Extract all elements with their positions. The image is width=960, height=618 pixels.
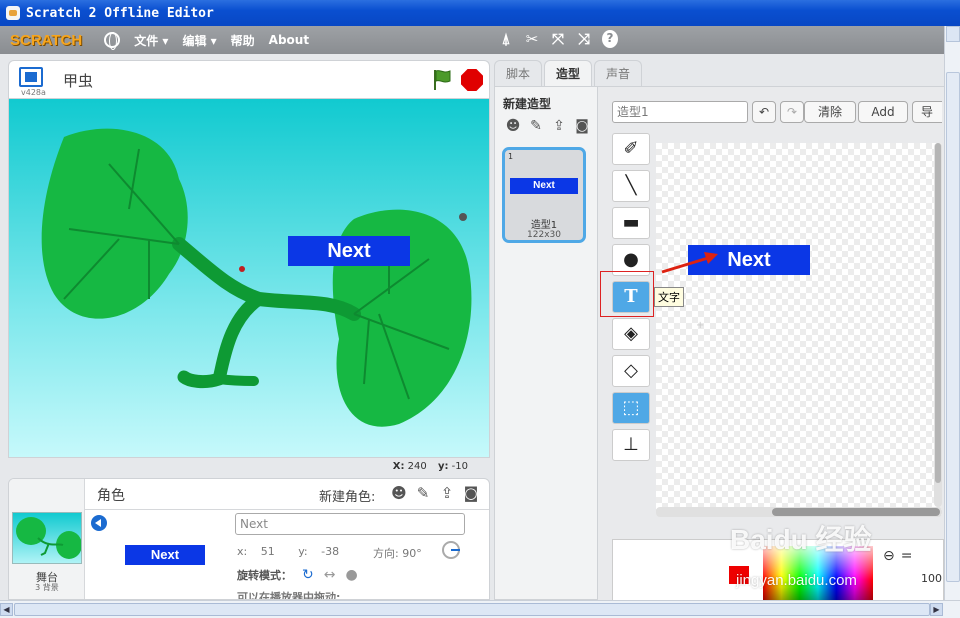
stage-thumbnail[interactable] (12, 512, 82, 564)
new-sprite-tools: ☻ ✎ ⇪ ◙ (389, 484, 481, 502)
tab-costumes[interactable]: 造型 (544, 60, 592, 86)
brush-icon[interactable]: ✐ (612, 133, 650, 165)
scroll-right-icon[interactable]: ▶ (930, 603, 943, 616)
fullscreen-icon[interactable] (19, 67, 43, 87)
direction-readout: 方向: 90° (373, 547, 422, 560)
scratch-logo[interactable]: SCRATCH (10, 32, 82, 49)
duplicate-icon[interactable]: ⍋ (498, 30, 514, 48)
costume-camera-icon[interactable]: ◙ (572, 117, 592, 135)
redo-icon[interactable]: ↷ (780, 101, 804, 123)
scroll-left-icon[interactable]: ◀ (0, 603, 13, 616)
import-button[interactable]: 导入 (912, 101, 942, 123)
line-icon[interactable]: ╲ (612, 170, 650, 202)
new-costume-tools: ☻ ✎ ⇪ ◙ (503, 117, 592, 135)
menu-bar: SCRATCH 文件 ▾ 编辑 ▾ 帮助 About ⍋ ✂ ⤧ ⤨ ? (0, 26, 944, 54)
current-sprite-name: 甲虫 (63, 72, 94, 90)
green-flag-icon[interactable] (432, 69, 452, 91)
zoom-controls: ⊖ = (883, 548, 912, 564)
rotate-all-around-icon[interactable]: ↻ (302, 567, 314, 583)
zoom-value: 100 (921, 572, 942, 585)
text-tool-highlight (600, 271, 654, 317)
window-title: Scratch 2 Offline Editor (26, 5, 214, 21)
undo-icon[interactable]: ↶ (752, 101, 776, 123)
horizontal-scroll-thumb[interactable] (14, 603, 930, 616)
help-icon[interactable]: ? (602, 30, 618, 48)
canvas-vertical-scrollbar[interactable] (934, 143, 942, 507)
stamp-icon[interactable]: ⊥ (612, 429, 650, 461)
baidu-watermark-url: jingyan.baidu.com (736, 572, 857, 589)
new-sprite-label: 新建角色: (319, 490, 376, 505)
text-tool-tooltip: 文字 (654, 287, 684, 307)
rotation-center-icon: + (696, 320, 705, 331)
canvas-horizontal-scrollbar[interactable] (656, 507, 942, 517)
menu-file[interactable]: 文件 ▾ (134, 32, 168, 49)
stop-icon[interactable] (461, 69, 483, 91)
grow-icon[interactable]: ⤧ (550, 30, 566, 48)
back-arrow-icon[interactable] (91, 515, 107, 531)
costume-item[interactable]: 1 Next 造型1 122x30 (502, 147, 586, 243)
dont-rotate-icon[interactable]: ● (345, 567, 357, 583)
divider (85, 509, 489, 510)
stage-header: v428a 甲虫 (8, 60, 490, 98)
cursor-tools: ⍋ ✂ ⤧ ⤨ ? (498, 30, 618, 48)
upload-sprite-icon[interactable]: ⇪ (437, 484, 457, 502)
version-label: v428a (21, 88, 46, 97)
annotation-arrow (661, 252, 718, 274)
costume-library-icon[interactable]: ☻ (503, 117, 523, 135)
zoom-reset-icon[interactable]: = (901, 548, 913, 564)
stage-coordinates: X: 240 y: -10 (8, 458, 490, 476)
rotation-style-row: 旋转模式： ↻ ↔ ● (237, 567, 358, 583)
costume-list: 新建造型 ☻ ✎ ⇪ ◙ 1 Next 造型1 122x30 (494, 86, 598, 600)
upload-costume-icon[interactable]: ⇪ (549, 117, 569, 135)
baidu-watermark: Baidu 经验 (730, 524, 872, 555)
sprite-name-input[interactable]: Next (235, 513, 465, 535)
add-button[interactable]: Add (858, 101, 908, 123)
window-vertical-scrollbar[interactable] (944, 26, 960, 600)
stage-selector[interactable]: 舞台 3 背景 (9, 479, 85, 599)
stage-backdrop-leaves (41, 128, 472, 427)
new-costume-title: 新建造型 (503, 97, 552, 111)
tab-sounds[interactable]: 声音 (594, 60, 642, 86)
menu-edit[interactable]: 编辑 ▾ (182, 32, 216, 49)
vertical-scroll-thumb[interactable] (946, 72, 960, 582)
costume-name: 造型1 (530, 220, 558, 231)
sprite-panel: 舞台 3 背景 角色 新建角色: ☻ ✎ ⇪ ◙ Next Next x: 51… (8, 478, 490, 600)
eraser-icon[interactable]: ◇ (612, 355, 650, 387)
rectangle-icon[interactable]: ▬ (612, 207, 650, 239)
menu-about[interactable]: About (269, 33, 309, 47)
left-right-icon[interactable]: ↔ (324, 567, 336, 583)
stage[interactable]: Next (8, 98, 490, 458)
bucket-icon[interactable]: ◈ (612, 318, 650, 350)
draggable-row: 可以在播放器中拖动: (237, 591, 341, 600)
costume-number: 1 (508, 152, 514, 161)
shrink-icon[interactable]: ⤨ (576, 30, 592, 48)
app-icon (6, 6, 20, 20)
select-icon[interactable]: ⬚ (612, 392, 650, 424)
sprites-title: 角色 (97, 488, 125, 504)
sprite-preview: Next (125, 545, 205, 565)
title-bar: Scratch 2 Offline Editor (0, 0, 960, 26)
tab-scripts[interactable]: 脚本 (494, 60, 542, 86)
paint-new-sprite-icon[interactable]: ✎ (413, 484, 433, 502)
delete-icon[interactable]: ✂ (524, 30, 540, 48)
stage-thumbnail-drawing (16, 517, 81, 559)
sprite-library-icon[interactable]: ☻ (389, 484, 409, 502)
paint-canvas[interactable]: Next + (656, 143, 942, 515)
language-globe-icon[interactable] (104, 32, 121, 50)
stage-backdrop-count: 3 背景 (35, 583, 59, 592)
paint-costume-icon[interactable]: ✎ (526, 117, 546, 135)
zoom-out-icon[interactable]: ⊖ (883, 548, 895, 564)
costume-size: 122x30 (527, 230, 561, 240)
camera-icon[interactable]: ◙ (461, 484, 481, 502)
editor-tabs: 脚本 造型 声音 (494, 60, 642, 86)
menu-help[interactable]: 帮助 (231, 32, 255, 49)
scroll-up-icon[interactable] (946, 26, 960, 42)
costume-thumbnail: Next (510, 178, 578, 194)
clear-button[interactable]: 清除 (804, 101, 856, 123)
sprite-position: x: 51 y: -38 (237, 545, 340, 558)
costume-name-input[interactable]: 造型1 (612, 101, 748, 123)
stage-next-sprite[interactable]: Next (288, 236, 410, 266)
window-horizontal-scrollbar[interactable]: ◀ ▶ (0, 600, 960, 618)
direction-dial-icon[interactable] (442, 541, 460, 559)
